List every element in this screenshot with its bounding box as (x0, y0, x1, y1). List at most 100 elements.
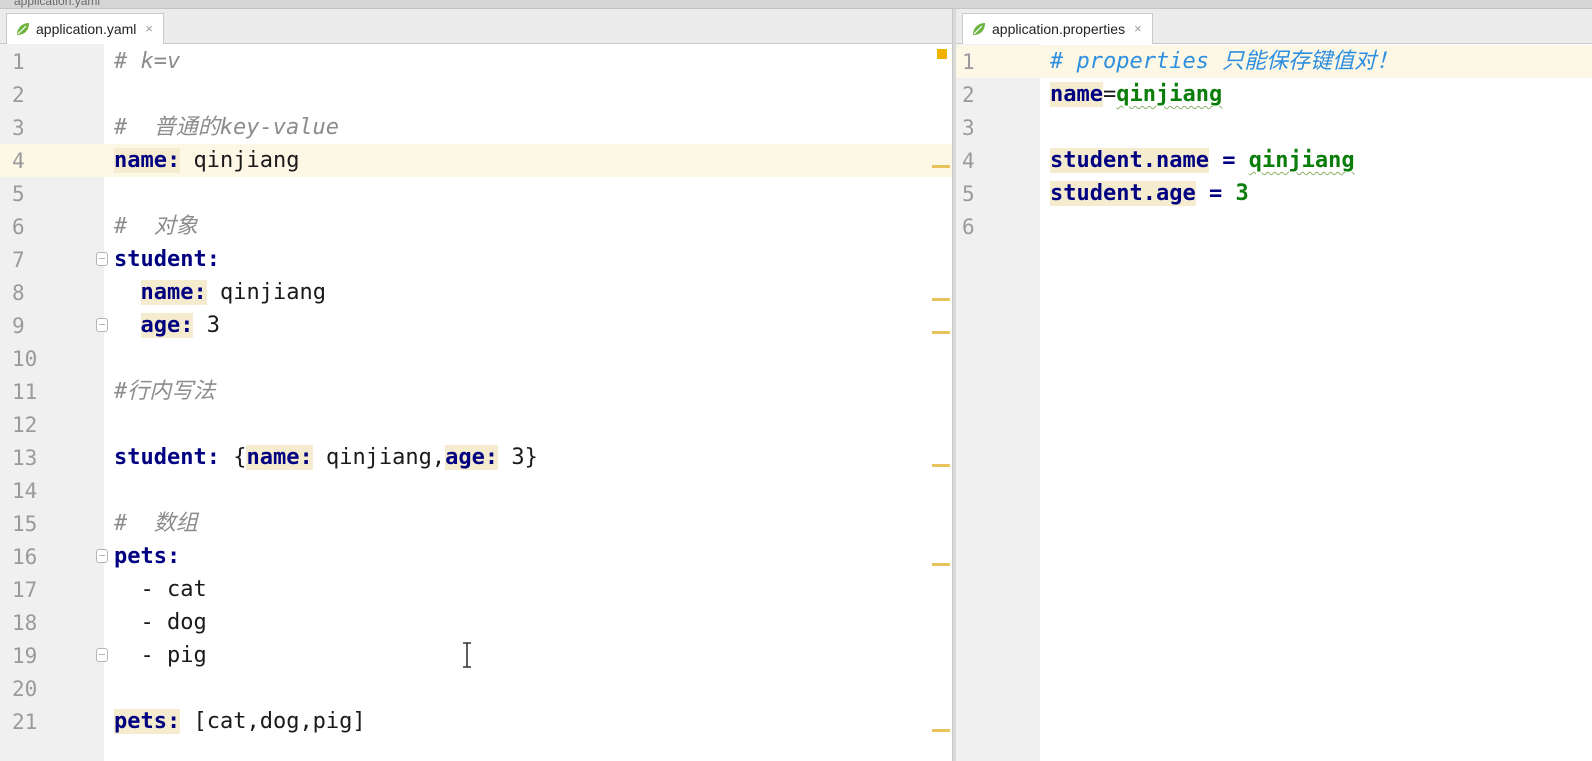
line-number: 9 (12, 314, 25, 338)
yaml-code-area[interactable]: # k=v # 普通的key-value name: qinjiang # 对象… (104, 44, 952, 761)
yaml-value: [cat,dog,pig] (180, 709, 366, 734)
yaml-value: 3} (498, 445, 538, 470)
breadcrumb: application.yaml (14, 0, 101, 8)
code-line: - cat (104, 573, 952, 606)
yaml-key: name: (246, 445, 313, 470)
tab-label: application.properties (992, 20, 1126, 37)
yaml-key: name: (140, 280, 207, 305)
comment: # 数组 (114, 511, 198, 536)
text-cursor-icon (463, 642, 471, 668)
error-stripe-marker[interactable] (932, 563, 950, 566)
line-number: 17 (12, 578, 38, 602)
yaml-key: age: (445, 445, 499, 470)
line-number: 10 (12, 347, 38, 371)
code-line: # 普通的key-value (104, 111, 952, 144)
code-line: name: qinjiang (104, 276, 952, 309)
yaml-value: qinjiang, (312, 445, 446, 470)
yaml-key: pets: (114, 544, 181, 569)
line-number: 8 (12, 281, 25, 305)
line-number: 19 (12, 644, 38, 668)
comment: # k=v (114, 49, 181, 74)
inspection-status-icon[interactable] (937, 49, 947, 59)
yaml-key: student: (114, 247, 220, 272)
code-line: # 数组 (104, 507, 952, 540)
code-line: # 对象 (104, 210, 952, 243)
property-key: name (1050, 82, 1103, 107)
line-number: 7 (12, 248, 25, 272)
list-item: - cat (114, 577, 207, 602)
line-number: 21 (12, 710, 38, 734)
yaml-editor[interactable]: 1 2 3 4 5 6 7 8 9 10 11 12 13 14 15 16 1… (0, 44, 952, 761)
properties-code-area[interactable]: # properties 只能保存键值对！ name=qinjiang stud… (1040, 44, 1592, 761)
properties-editor[interactable]: 1 2 3 4 5 6 # properties 只能保存键值对！ name=q… (956, 44, 1592, 761)
line-number: 12 (12, 413, 38, 437)
line-number: 13 (12, 446, 38, 470)
code-line: student: (104, 243, 952, 276)
line-number: 5 (12, 182, 25, 206)
tab-application-properties[interactable]: application.properties × (962, 13, 1153, 44)
error-stripe-marker[interactable] (932, 165, 950, 168)
error-stripe-marker[interactable] (932, 464, 950, 467)
code-line: # k=v (104, 45, 952, 78)
code-line: student.name = qinjiang (1050, 148, 1355, 173)
comment: # 普通的key-value (114, 115, 339, 140)
code-line: student.age = 3 (1050, 181, 1249, 206)
comment: #行内写法 (114, 379, 216, 404)
current-code-line: # properties 只能保存键值对！ (1040, 45, 1592, 78)
list-item: - dog (114, 610, 207, 635)
code-line: pets: [cat,dog,pig] (104, 705, 952, 738)
yaml-key: pets: (114, 709, 181, 734)
list-item: - pig (114, 643, 207, 668)
error-stripe-marker[interactable] (932, 298, 950, 301)
properties-editor-pane: application.properties × 1 2 3 4 5 6 # p… (956, 9, 1592, 761)
line-number-gutter: 1 2 3 4 5 6 (956, 44, 1040, 761)
yaml-key: age: (140, 313, 194, 338)
yaml-editor-pane: application.yaml × 1 2 3 4 5 6 7 8 9 10 … (0, 9, 952, 761)
line-number: 5 (962, 182, 975, 206)
yaml-key: name: (114, 148, 181, 173)
property-value: 3 (1235, 181, 1249, 206)
tab-application-yaml[interactable]: application.yaml × (6, 13, 164, 44)
property-value: qinjiang (1248, 148, 1355, 173)
line-number: 6 (962, 215, 975, 239)
line-number: 2 (12, 83, 25, 107)
line-number: 2 (962, 83, 975, 107)
yaml-key: student: (114, 445, 220, 470)
code-line: - pig (104, 639, 952, 672)
line-number: 16 (12, 545, 38, 569)
code-line: pets: (104, 540, 952, 573)
line-number: 14 (12, 479, 38, 503)
property-key: student.age (1050, 181, 1196, 206)
line-number: 18 (12, 611, 38, 635)
spring-leaf-icon (17, 22, 29, 35)
yaml-tab-bar: application.yaml × (0, 9, 952, 44)
line-number: 11 (12, 380, 38, 404)
code-line: name=qinjiang (1050, 82, 1223, 107)
line-number: 1 (12, 50, 25, 74)
code-line: age: 3 (104, 309, 952, 342)
yaml-value: qinjiang (206, 280, 326, 305)
spring-leaf-icon (973, 22, 985, 35)
code-line: - dog (104, 606, 952, 639)
tab-label: application.yaml (36, 20, 137, 37)
line-number: 1 (962, 50, 975, 74)
code-line: #行内写法 (104, 375, 952, 408)
line-number: 3 (962, 116, 975, 140)
properties-tab-bar: application.properties × (956, 9, 1592, 44)
line-number: 4 (12, 149, 25, 173)
line-number: 3 (12, 116, 25, 140)
property-value: qinjiang (1116, 82, 1223, 107)
yaml-value: 3 (193, 313, 220, 338)
line-number: 15 (12, 512, 38, 536)
close-tab-icon[interactable]: × (145, 21, 153, 36)
error-stripe-marker[interactable] (932, 331, 950, 334)
line-number-gutter: 1 2 3 4 5 6 7 8 9 10 11 12 13 14 15 16 1… (0, 44, 108, 761)
window-title-strip: application.yaml (0, 0, 1592, 9)
line-number: 20 (12, 677, 38, 701)
comment: # properties 只能保存键值对！ (1050, 49, 1399, 74)
error-stripe-marker[interactable] (932, 729, 950, 732)
close-tab-icon[interactable]: × (1134, 21, 1142, 36)
property-key: student.name (1050, 148, 1209, 173)
yaml-value: qinjiang (180, 148, 300, 173)
code-line: student: {name: qinjiang,age: 3} (114, 445, 538, 470)
